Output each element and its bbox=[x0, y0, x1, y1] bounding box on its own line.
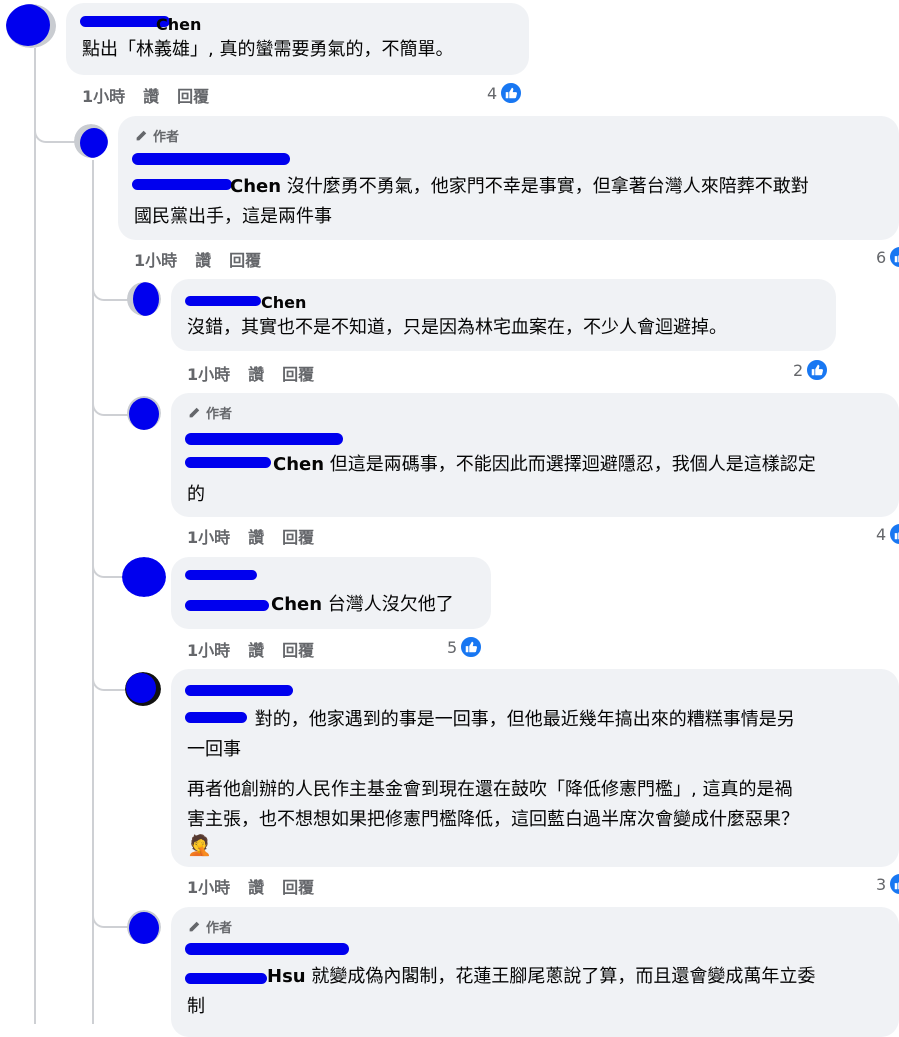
reply-button[interactable]: 回覆 bbox=[177, 83, 209, 107]
comment-text: Chen 台灣人沒欠他了 bbox=[271, 594, 454, 615]
redacted-name bbox=[185, 570, 257, 580]
pencil-icon bbox=[189, 921, 200, 931]
avatar[interactable] bbox=[127, 910, 161, 944]
pencil-icon bbox=[189, 407, 200, 417]
reply-button[interactable]: 回覆 bbox=[282, 874, 314, 898]
timestamp[interactable]: 1小時 bbox=[187, 874, 230, 898]
thumbs-up-icon bbox=[888, 522, 899, 546]
thread-line-main bbox=[34, 48, 36, 1024]
author-badge: 作者 bbox=[134, 126, 179, 145]
comment-actions: 1小時 讚 回覆 bbox=[187, 361, 314, 385]
like-count[interactable]: 4 bbox=[876, 522, 899, 546]
like-count[interactable]: 4 bbox=[487, 81, 524, 105]
thumbs-up-icon bbox=[888, 245, 899, 269]
comment-bubble: 作者 Chen 沒什麼勇不勇氣，他家門不幸是事實，但拿著台灣人來陪葬不敢對 國民… bbox=[118, 116, 899, 240]
like-count[interactable]: 2 bbox=[793, 358, 830, 382]
thumbs-up-icon bbox=[888, 872, 899, 896]
timestamp[interactable]: 1小時 bbox=[187, 524, 230, 548]
thread-elbow-3 bbox=[92, 390, 128, 416]
commenter-name[interactable]: Chen bbox=[156, 15, 201, 34]
thread-elbow-1 bbox=[34, 115, 76, 143]
reply-button[interactable]: 回覆 bbox=[282, 637, 314, 661]
comment-bubble: Chen 沒錯，其實也不是不知道，只是因為林宅血案在，不少人會迴避掉。 bbox=[171, 279, 836, 351]
avatar[interactable] bbox=[125, 672, 161, 706]
comment-text: 沒錯，其實也不是不知道，只是因為林宅血案在，不少人會迴避掉。 bbox=[187, 317, 727, 338]
comment-actions: 1小時 讚 回覆 bbox=[187, 874, 314, 898]
timestamp[interactable]: 1小時 bbox=[82, 83, 125, 107]
like-button[interactable]: 讚 bbox=[248, 874, 264, 898]
like-button[interactable]: 讚 bbox=[248, 637, 264, 661]
avatar[interactable] bbox=[127, 396, 161, 430]
avatar[interactable] bbox=[127, 282, 161, 316]
like-count[interactable]: 3 bbox=[876, 872, 899, 896]
author-badge: 作者 bbox=[187, 403, 232, 422]
like-button[interactable]: 讚 bbox=[143, 83, 159, 107]
comment-text: 對的，他家遇到的事是一回事，但他最近幾年搞出來的糟糕事情是另 一回事 再者他創辦… bbox=[187, 709, 799, 830]
comment-text: Chen 沒什麼勇不勇氣，他家門不幸是事實，但拿著台灣人來陪葬不敢對 國民黨出手… bbox=[134, 176, 809, 227]
like-button[interactable]: 讚 bbox=[248, 524, 264, 548]
comment-bubble: 作者 Chen 但這是兩碼事，不能因此而選擇迴避隱忍，我個人是這樣認定 的 bbox=[171, 393, 899, 517]
redacted-name bbox=[185, 296, 261, 306]
comment-bubble: Chen 台灣人沒欠他了 bbox=[171, 557, 491, 629]
comment-actions: 1小時 讚 回覆 bbox=[187, 637, 314, 661]
reply-button[interactable]: 回覆 bbox=[282, 524, 314, 548]
mention[interactable]: Chen bbox=[271, 594, 322, 615]
avatar[interactable] bbox=[74, 124, 108, 158]
like-count[interactable]: 6 bbox=[876, 245, 899, 269]
like-count[interactable]: 5 bbox=[447, 635, 484, 659]
timestamp[interactable]: 1小時 bbox=[187, 361, 230, 385]
commenter-name[interactable]: Chen bbox=[261, 293, 306, 312]
comment-actions: 1小時 讚 回覆 bbox=[187, 524, 314, 548]
comment-actions: 1小時 讚 回覆 bbox=[134, 247, 261, 271]
redacted-name bbox=[185, 943, 349, 955]
like-button[interactable]: 讚 bbox=[248, 361, 264, 385]
comment-actions: 1小時 讚 回覆 bbox=[82, 83, 209, 107]
mention[interactable]: Chen bbox=[273, 454, 324, 475]
comment-bubble: Chen 點出「林義雄」, 真的蠻需要勇氣的，不簡單。 bbox=[66, 3, 529, 75]
avatar[interactable] bbox=[122, 557, 166, 597]
comment-bubble: 對的，他家遇到的事是一回事，但他最近幾年搞出來的糟糕事情是另 一回事 再者他創辦… bbox=[171, 669, 899, 867]
thread-elbow-6 bbox=[92, 902, 128, 928]
thumbs-up-icon bbox=[805, 358, 830, 382]
comment-text: Chen 但這是兩碼事，不能因此而選擇迴避隱忍，我個人是這樣認定 的 bbox=[187, 454, 816, 505]
redacted-name bbox=[185, 685, 293, 696]
thread-elbow-5 bbox=[92, 665, 128, 691]
facepalm-emoji: 🤦 bbox=[187, 833, 212, 857]
comment-text: Hsu 就變成偽內閣制，花蓮王腳尾蔥說了算，而且還會變成萬年立委 制 bbox=[187, 966, 816, 1017]
mention[interactable]: Chen bbox=[230, 176, 281, 197]
timestamp[interactable]: 1小時 bbox=[187, 637, 230, 661]
timestamp[interactable]: 1小時 bbox=[134, 247, 177, 271]
author-badge: 作者 bbox=[187, 917, 232, 936]
redacted-name bbox=[185, 433, 343, 445]
like-button[interactable]: 讚 bbox=[195, 247, 211, 271]
thumbs-up-icon bbox=[499, 81, 524, 105]
redacted-name bbox=[132, 153, 290, 165]
thread-elbow-2 bbox=[92, 275, 128, 301]
reply-button[interactable]: 回覆 bbox=[282, 361, 314, 385]
avatar[interactable] bbox=[6, 4, 56, 48]
comment-text: 點出「林義雄」, 真的蠻需要勇氣的，不簡單。 bbox=[82, 39, 454, 60]
thumbs-up-icon bbox=[459, 635, 484, 659]
comment-bubble: 作者 Hsu 就變成偽內閣制，花蓮王腳尾蔥說了算，而且還會變成萬年立委 制 bbox=[171, 907, 899, 1037]
pencil-icon bbox=[136, 130, 147, 140]
mention[interactable]: Hsu bbox=[267, 966, 306, 987]
reply-button[interactable]: 回覆 bbox=[229, 247, 261, 271]
